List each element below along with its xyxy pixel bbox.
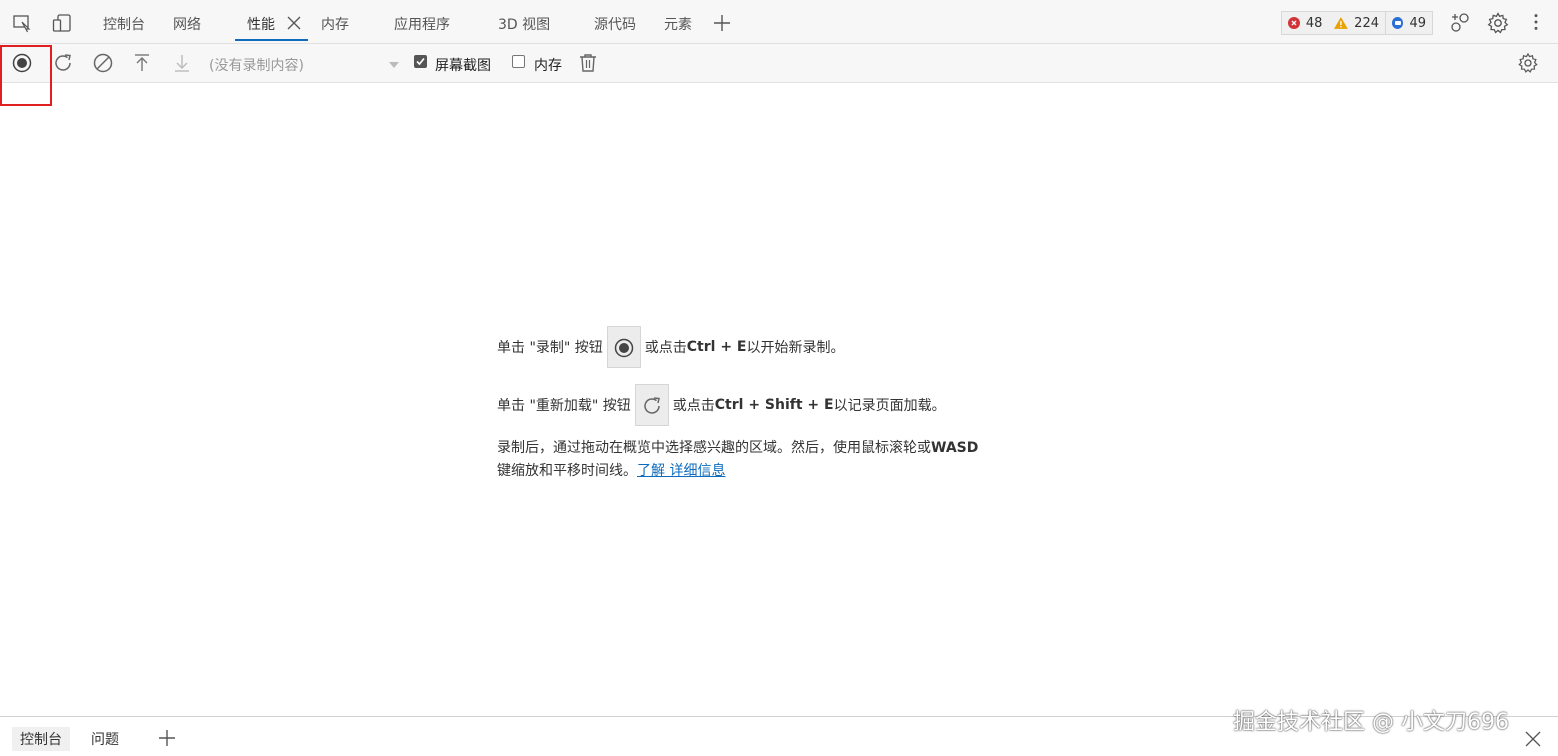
error-icon bbox=[1288, 17, 1300, 29]
reload-record-icon[interactable] bbox=[52, 52, 74, 74]
capture-settings-gear-icon[interactable] bbox=[1517, 52, 1539, 74]
connections-icon[interactable] bbox=[1449, 12, 1471, 34]
memory-label: 内存 bbox=[534, 58, 562, 74]
wasd-keys: WASD bbox=[931, 440, 979, 456]
record-button-highlight bbox=[0, 45, 52, 106]
record-instruction-text: 单击 "录制" 按钮 bbox=[497, 340, 603, 356]
record-instruction-end: 以开始新录制。 bbox=[746, 340, 845, 356]
reload-instruction-text: 单击 "重新加载" 按钮 bbox=[497, 398, 631, 414]
checkmark-icon bbox=[416, 57, 425, 66]
drawer-tab-issues[interactable]: 问题 bbox=[91, 729, 119, 749]
info-count-badge[interactable]: 49 bbox=[1385, 11, 1433, 35]
tab-performance[interactable]: 性能 bbox=[247, 14, 275, 34]
upload-profile-icon[interactable] bbox=[131, 52, 153, 74]
usage-instruction: 录制后，通过拖动在概览中选择感兴趣的区域。然后，使用鼠标滚轮或WASD 键缩放和… bbox=[497, 437, 1077, 483]
close-drawer-icon[interactable] bbox=[1525, 731, 1541, 747]
error-count-badge[interactable]: 48 224 bbox=[1281, 11, 1385, 35]
reload-instruction-tail: 或点击 bbox=[672, 398, 715, 414]
warning-count: 224 bbox=[1354, 15, 1379, 31]
screenshot-checkbox[interactable] bbox=[414, 55, 427, 68]
inline-record-button[interactable] bbox=[606, 326, 641, 368]
record-icon bbox=[614, 338, 634, 358]
tab-3d-view[interactable]: 3D 视图 bbox=[498, 14, 550, 34]
device-emulation-icon[interactable] bbox=[52, 13, 72, 33]
record-shortcut: Ctrl + E bbox=[686, 339, 747, 355]
memory-checkbox[interactable] bbox=[512, 55, 525, 68]
reload-icon bbox=[644, 397, 660, 414]
download-profile-icon bbox=[175, 55, 189, 72]
drawer-tab-console[interactable]: 控制台 bbox=[12, 727, 70, 751]
inline-reload-button[interactable] bbox=[634, 384, 669, 426]
tab-memory[interactable]: 内存 bbox=[321, 14, 349, 34]
usage-text: 录制后，通过拖动在概览中选择感兴趣的区域。然后，使用鼠标滚轮或 bbox=[497, 440, 931, 456]
trash-icon[interactable] bbox=[577, 52, 599, 74]
watermark: 掘金技术社区 @ 小文刀696 bbox=[1233, 710, 1509, 735]
dropdown-arrow-icon[interactable] bbox=[388, 61, 400, 69]
learn-more-link[interactable]: 了解 详细信息 bbox=[637, 463, 725, 479]
recording-select[interactable]: (没有录制内容) bbox=[209, 55, 304, 75]
tab-elements[interactable]: 元素 bbox=[664, 14, 692, 34]
active-tab-indicator bbox=[235, 39, 308, 41]
more-options-icon[interactable] bbox=[1526, 12, 1546, 32]
issue-badges[interactable]: 48 224 49 bbox=[1281, 11, 1433, 35]
clear-icon[interactable] bbox=[92, 52, 114, 74]
usage-text-2: 键缩放和平移时间线。 bbox=[497, 463, 637, 479]
reload-instruction-end: 以记录页面加载。 bbox=[833, 398, 946, 414]
error-count: 48 bbox=[1305, 15, 1323, 31]
info-count: 49 bbox=[1409, 15, 1426, 31]
tab-application[interactable]: 应用程序 bbox=[394, 14, 450, 34]
close-tab-icon[interactable] bbox=[287, 16, 301, 30]
inspect-element-icon[interactable] bbox=[12, 13, 32, 33]
record-instruction: 单击 "录制" 按钮 或点击 Ctrl + E 以开始新录制。 bbox=[497, 326, 845, 368]
info-icon bbox=[1392, 17, 1404, 29]
tab-console[interactable]: 控制台 bbox=[103, 14, 145, 34]
add-drawer-tab-icon[interactable] bbox=[158, 729, 176, 747]
reload-shortcut: Ctrl + Shift + E bbox=[714, 397, 834, 413]
add-tab-icon[interactable] bbox=[712, 13, 732, 33]
warning-icon bbox=[1334, 17, 1349, 29]
record-instruction-tail: 或点击 bbox=[644, 340, 687, 356]
devtools-tabbar: 控制台 网络 性能 内存 应用程序 3D 视图 源代码 元素 48 224 49 bbox=[0, 0, 1558, 44]
performance-toolbar: (没有录制内容) 屏幕截图 内存 bbox=[0, 44, 1558, 83]
settings-gear-icon[interactable] bbox=[1487, 12, 1509, 34]
screenshot-label: 屏幕截图 bbox=[435, 58, 491, 74]
tab-network[interactable]: 网络 bbox=[173, 14, 201, 34]
tab-sources[interactable]: 源代码 bbox=[594, 14, 636, 34]
reload-instruction: 单击 "重新加载" 按钮 或点击 Ctrl + Shift + E 以记录页面加载… bbox=[497, 384, 946, 426]
